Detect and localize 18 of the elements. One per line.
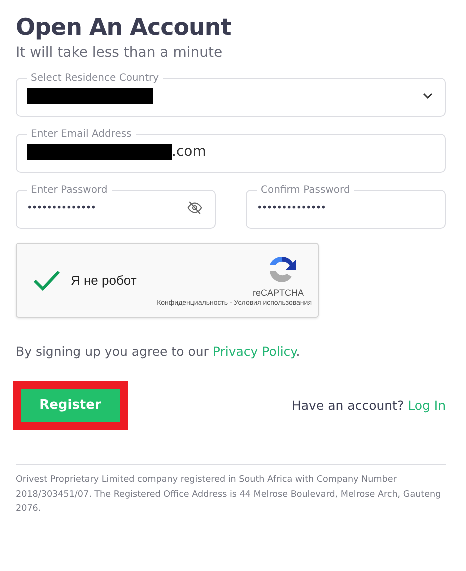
- page-title: Open An Account: [16, 14, 232, 43]
- page-subtitle: It will take less than a minute: [16, 45, 224, 61]
- login-prompt: Have an account? Log In: [292, 398, 446, 413]
- password-field[interactable]: Confirm Password ••••••••••••••: [246, 185, 446, 229]
- privacy-policy-link[interactable]: Privacy Policy: [212, 344, 296, 359]
- password-field[interactable]: Enter Password ••••••••••••••: [16, 185, 216, 229]
- email-value: .com: [172, 144, 206, 160]
- agreement-text: By signing up you agree to our Privacy Policy.: [16, 344, 302, 359]
- register-button[interactable]: Register: [21, 389, 120, 422]
- country-select[interactable]: Select Residence Country: [16, 73, 446, 117]
- footer-text: Orivest Proprietary Limited company registered in South Africa with Company Number 2018/303451/07. The Registered Office Address is 44 Melrose Boulevard, Melrose Arch, Gauteng 2076.: [16, 474, 442, 516]
- login-link[interactable]: Log In: [408, 398, 446, 413]
- checkmark-icon[interactable]: [33, 270, 61, 292]
- chevron-down-icon: [423, 93, 433, 99]
- email-field[interactable]: Enter Email Address .com: [16, 129, 446, 173]
- captcha-label: Я не робот: [71, 273, 138, 288]
- recaptcha-brand: reCAPTCHA: [252, 288, 304, 298]
- eye-off-icon[interactable]: [187, 200, 203, 216]
